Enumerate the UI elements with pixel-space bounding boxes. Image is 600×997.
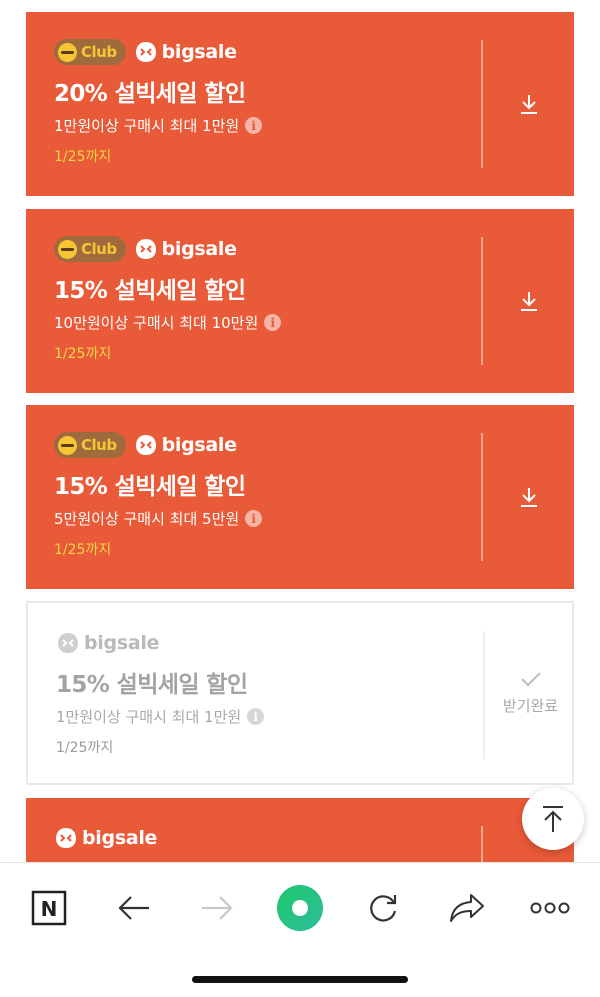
check-icon	[520, 671, 541, 686]
coupon-condition: 10만원이상 구매시 최대 10만원 i	[54, 312, 282, 333]
download-icon	[520, 292, 537, 311]
info-icon[interactable]: i	[264, 314, 282, 331]
coupon-condition: 5만원이상 구매시 최대 5만원 i	[54, 508, 263, 529]
brand-row: Club bigsale	[54, 431, 237, 459]
bigsale-text: bigsale	[82, 827, 158, 849]
bigsale-logo: bigsale	[134, 237, 237, 261]
forward-button[interactable]	[192, 883, 242, 933]
condition-text: 1만원이상 구매시 최대 1만원	[54, 117, 240, 135]
coupon-title: 15% 설빅세일 할인	[54, 278, 246, 304]
browser-toolbar: N	[0, 862, 600, 997]
svg-text:N: N	[41, 897, 58, 921]
info-icon[interactable]: i	[245, 510, 263, 527]
club-label: Club	[81, 436, 117, 454]
back-arrow-icon	[118, 896, 149, 920]
green-dot-icon	[277, 885, 323, 931]
share-button[interactable]	[442, 883, 492, 933]
coupon-expiry: 1/25까지	[54, 346, 112, 362]
download-button[interactable]	[483, 12, 574, 196]
bigsale-cat-icon	[56, 828, 76, 848]
coupon-expiry: 1/25까지	[54, 542, 112, 558]
condition-text: 1만원이상 구매시 최대 1만원	[56, 708, 242, 726]
coupon-card[interactable]: Club bigsale 20% 설빅세일 할인 1만원이상 구매시 최대 1만…	[26, 12, 574, 196]
bigsale-text: bigsale	[161, 434, 237, 456]
info-icon[interactable]: i	[245, 117, 263, 134]
info-icon[interactable]: i	[247, 708, 265, 725]
coupon-expiry: 1/25까지	[54, 149, 112, 165]
scroll-top-button[interactable]	[522, 788, 584, 850]
coupon-condition: 1만원이상 구매시 최대 1만원 i	[54, 115, 263, 136]
bigsale-cat-icon	[135, 42, 156, 62]
bigsale-logo: bigsale	[56, 631, 159, 655]
club-badge: Club	[54, 236, 126, 262]
refresh-button[interactable]	[358, 883, 408, 933]
bigsale-cat-icon	[58, 633, 78, 653]
brand-row: bigsale	[54, 824, 157, 852]
bigsale-logo: bigsale	[134, 40, 237, 64]
club-face-icon	[58, 42, 77, 62]
condition-text: 5만원이상 구매시 최대 5만원	[54, 510, 240, 528]
bigsale-text: bigsale	[161, 238, 237, 260]
forward-arrow-icon	[202, 896, 233, 920]
more-icon	[530, 902, 570, 914]
bigsale-cat-icon	[135, 435, 156, 455]
coupon-card[interactable]: bigsale	[26, 798, 574, 862]
share-icon	[450, 894, 484, 922]
download-button[interactable]	[483, 405, 574, 589]
received-label: 받기완료	[502, 696, 559, 715]
coupon-card[interactable]: Club bigsale 15% 설빅세일 할인 10만원이상 구매시 최대 1…	[26, 209, 574, 393]
club-label: Club	[81, 240, 117, 258]
bigsale-text: bigsale	[161, 41, 237, 63]
bigsale-cat-icon	[135, 239, 156, 259]
coupon-title: 15% 설빅세일 할인	[54, 474, 246, 500]
refresh-icon	[370, 895, 397, 922]
received-status: 받기완료	[485, 603, 576, 783]
back-button[interactable]	[109, 883, 159, 933]
condition-text: 10만원이상 구매시 최대 10만원	[54, 314, 259, 332]
club-face-icon	[58, 435, 77, 455]
coupon-condition: 1만원이상 구매시 최대 1만원 i	[56, 706, 265, 727]
brand-row: Club bigsale	[54, 38, 237, 66]
bigsale-text: bigsale	[84, 632, 160, 654]
club-badge: Club	[54, 39, 126, 65]
club-badge: Club	[54, 432, 126, 458]
download-icon	[520, 95, 537, 114]
coupon-title: 20% 설빅세일 할인	[54, 81, 246, 107]
divider	[481, 826, 483, 862]
club-face-icon	[58, 239, 77, 259]
download-icon	[520, 488, 537, 507]
coupon-card[interactable]: Club bigsale 15% 설빅세일 할인 5만원이상 구매시 최대 5만…	[26, 405, 574, 589]
naver-logo-icon: N	[31, 890, 67, 926]
coupon-expiry: 1/25까지	[56, 740, 114, 756]
coupon-title: 15% 설빅세일 할인	[56, 672, 248, 698]
naver-home-button[interactable]: N	[24, 883, 74, 933]
arrow-up-icon	[543, 806, 563, 832]
home-indicator	[192, 976, 408, 983]
brand-row: Club bigsale	[54, 235, 237, 263]
club-label: Club	[81, 43, 117, 61]
more-button[interactable]	[525, 883, 575, 933]
green-dot-button[interactable]	[275, 883, 325, 933]
brand-row: bigsale	[56, 629, 159, 657]
coupon-list: Club bigsale 20% 설빅세일 할인 1만원이상 구매시 최대 1만…	[0, 0, 600, 862]
coupon-card-received[interactable]: bigsale 15% 설빅세일 할인 1만원이상 구매시 최대 1만원 i 1…	[26, 601, 574, 785]
bigsale-logo: bigsale	[54, 826, 157, 850]
bigsale-logo: bigsale	[134, 433, 237, 457]
download-button[interactable]	[483, 209, 574, 393]
